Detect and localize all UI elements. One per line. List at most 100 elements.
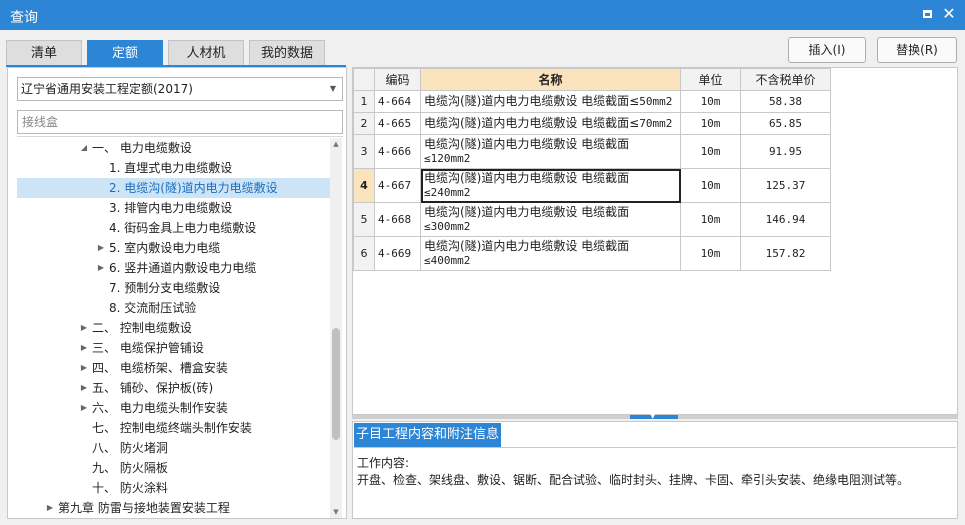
scroll-down-icon[interactable]: ▼ xyxy=(330,506,342,518)
code-cell[interactable]: 4-665 xyxy=(374,112,421,135)
divider xyxy=(17,136,343,137)
code-cell[interactable]: 4-664 xyxy=(374,90,421,113)
table-row[interactable]: 5 4-668 电缆沟(隧)道内电力电缆敷设 电缆截面 ≤300mm2 10m 146.9… xyxy=(353,202,831,237)
table-header-row: 编码 名称 单位 不含税单价 xyxy=(353,68,831,91)
unit-cell[interactable]: 10m xyxy=(680,90,741,113)
table-row[interactable]: 1 4-664 电缆沟(隧)道内电力电缆敷设 电缆截面≤50mm2 10m 58.38 xyxy=(353,90,831,113)
tree-item[interactable]: 3. 排管内电力电缆敷设 xyxy=(17,198,331,218)
code-column-header[interactable]: 编码 xyxy=(374,68,421,91)
quota-library-select[interactable]: 辽宁省通用安装工程定额(2017) ▼ xyxy=(17,77,343,101)
tree-item[interactable]: 4. 街码金具上电力电缆敷设 xyxy=(17,218,331,238)
tree-item[interactable]: ▶ 二、 控制电缆敷设 xyxy=(17,318,331,338)
name-cell[interactable]: 电缆沟(隧)道内电力电缆敷设 电缆截面≤50mm2 xyxy=(420,90,681,113)
unit-cell[interactable]: 10m xyxy=(680,134,741,169)
price-cell[interactable]: 125.37 xyxy=(740,168,831,203)
chevron-down-icon: ▼ xyxy=(650,412,656,420)
unit-cell[interactable]: 10m xyxy=(680,202,741,237)
name-column-header[interactable]: 名称 xyxy=(420,68,681,91)
code-cell[interactable]: 4-667 xyxy=(374,168,421,203)
tree-item[interactable]: 1. 直埋式电力电缆敷设 xyxy=(17,158,331,178)
tree-item-label: 1. 直埋式电力电缆敷设 xyxy=(109,161,233,175)
name-cell[interactable]: 电缆沟(隧)道内电力电缆敷设 电缆截面 ≤120mm2 xyxy=(420,134,681,169)
code-cell[interactable]: 4-669 xyxy=(374,236,421,271)
tree-item[interactable]: 7. 预制分支电缆敷设 xyxy=(17,278,331,298)
tab-quota[interactable]: 定额 xyxy=(87,40,163,66)
price-column-header[interactable]: 不含税单价 xyxy=(740,68,831,91)
tree-item[interactable]: 8. 交流耐压试验 xyxy=(17,298,331,318)
unit-cell[interactable]: 10m xyxy=(680,236,741,271)
code-cell[interactable]: 4-668 xyxy=(374,202,421,237)
scrollbar-thumb[interactable] xyxy=(332,328,340,440)
tree-item[interactable]: ◢ 一、 电力电缆敷设 xyxy=(17,138,331,158)
close-icon[interactable]: ✕ xyxy=(940,6,958,24)
tab-work-content[interactable]: 子目工程内容和附注信息 xyxy=(354,423,501,447)
tree-item[interactable]: 七、 控制电缆终端头制作安装 xyxy=(17,418,331,438)
tab-labor-material-machine[interactable]: 人材机 xyxy=(168,40,244,66)
name-cell[interactable]: 电缆沟(隧)道内电力电缆敷设 电缆截面 ≤240mm2 xyxy=(420,168,681,203)
row-number-cell[interactable]: 3 xyxy=(353,134,375,169)
triangle-right-icon[interactable]: ▶ xyxy=(96,258,106,278)
splitter-grip[interactable]: ▼ xyxy=(630,412,678,420)
price-cell[interactable]: 65.85 xyxy=(740,112,831,135)
name-text: 电缆沟(隧)道内电力电缆敷设 电缆截面 xyxy=(424,171,630,185)
tree-item-label: 十、 防火涂料 xyxy=(92,481,168,495)
tree-item[interactable]: ▶ 三、 电缆保护管铺设 xyxy=(17,338,331,358)
table-row[interactable]: 2 4-665 电缆沟(隧)道内电力电缆敷设 电缆截面≤70mm2 10m 65.85 xyxy=(353,112,831,135)
price-cell[interactable]: 58.38 xyxy=(740,90,831,113)
tree-item-label: 三、 电缆保护管铺设 xyxy=(92,341,204,355)
replace-button[interactable]: 替换(R) xyxy=(877,37,957,63)
tree-item-label: 3. 排管内电力电缆敷设 xyxy=(109,201,233,215)
triangle-down-icon[interactable]: ◢ xyxy=(79,138,89,158)
tree-item[interactable]: 2. 电缆沟(隧)道内电力电缆敷设 xyxy=(17,178,331,198)
triangle-right-icon[interactable]: ▶ xyxy=(79,338,89,358)
row-number-cell[interactable]: 4 xyxy=(353,168,375,203)
triangle-right-icon[interactable]: ▶ xyxy=(79,318,89,338)
row-number-cell[interactable]: 5 xyxy=(353,202,375,237)
tree-item[interactable]: ▶ 五、 铺砂、保护板(砖) xyxy=(17,378,331,398)
tree-scrollbar[interactable]: ▲ ▼ xyxy=(330,138,342,518)
tree-item-label: 五、 铺砂、保护板(砖) xyxy=(92,381,214,395)
price-cell[interactable]: 91.95 xyxy=(740,134,831,169)
name-text: 电缆沟(隧)道内电力电缆敷设 电缆截面≤ xyxy=(424,94,640,108)
chevron-down-icon[interactable]: ▼ xyxy=(330,78,336,100)
scroll-up-icon[interactable]: ▲ xyxy=(330,138,342,150)
insert-button[interactable]: 插入(I) xyxy=(788,37,866,63)
tree-item[interactable]: 十、 防火涂料 xyxy=(17,478,331,498)
tab-bill[interactable]: 清单 xyxy=(6,40,82,66)
tree-item[interactable]: ▶ 四、 电缆桥架、槽盒安装 xyxy=(17,358,331,378)
triangle-right-icon[interactable]: ▶ xyxy=(45,498,55,518)
table-row[interactable]: 6 4-669 电缆沟(隧)道内电力电缆敷设 电缆截面 ≤400mm2 10m 157.8… xyxy=(353,236,831,271)
row-number-cell[interactable]: 6 xyxy=(353,236,375,271)
tree-item[interactable]: ▶ 5. 室内敷设电力电缆 xyxy=(17,238,331,258)
unit-column-header[interactable]: 单位 xyxy=(680,68,741,91)
price-cell[interactable]: 157.82 xyxy=(740,236,831,271)
code-cell[interactable]: 4-666 xyxy=(374,134,421,169)
triangle-right-icon[interactable]: ▶ xyxy=(79,378,89,398)
maximize-icon[interactable] xyxy=(918,6,936,24)
row-number-cell[interactable]: 1 xyxy=(353,90,375,113)
price-cell[interactable]: 146.94 xyxy=(740,202,831,237)
unit-cell[interactable]: 10m xyxy=(680,168,741,203)
name-cell[interactable]: 电缆沟(隧)道内电力电缆敷设 电缆截面 ≤400mm2 xyxy=(420,236,681,271)
unit-cell[interactable]: 10m xyxy=(680,112,741,135)
row-number-cell[interactable]: 2 xyxy=(353,112,375,135)
quota-table: 编码 名称 单位 不含税单价 1 4-664 电缆沟(隧)道内电力电缆敷设 电缆截面… xyxy=(353,68,831,271)
tree-item[interactable]: ▶ 第九章 防雷与接地装置安装工程 xyxy=(17,498,331,518)
tree-item[interactable]: 八、 防火堵洞 xyxy=(17,438,331,458)
tree-item[interactable]: ▶ 6. 竖井通道内敷设电力电缆 xyxy=(17,258,331,278)
triangle-right-icon[interactable]: ▶ xyxy=(79,358,89,378)
name-cell[interactable]: 电缆沟(隧)道内电力电缆敷设 电缆截面≤70mm2 xyxy=(420,112,681,135)
name-size-text: ≤120mm2 xyxy=(424,152,471,165)
search-input[interactable] xyxy=(17,110,343,134)
name-cell[interactable]: 电缆沟(隧)道内电力电缆敷设 电缆截面 ≤300mm2 xyxy=(420,202,681,237)
tab-my-data[interactable]: 我的数据 xyxy=(249,40,325,66)
tree-item[interactable]: ▶ 六、 电力电缆头制作安装 xyxy=(17,398,331,418)
tree-item-label: 七、 控制电缆终端头制作安装 xyxy=(92,421,252,435)
triangle-right-icon[interactable]: ▶ xyxy=(79,398,89,418)
panel-splitter[interactable]: ▼ xyxy=(352,412,958,420)
table-row[interactable]: 4 4-667 电缆沟(隧)道内电力电缆敷设 电缆截面 ≤240mm2 10m 125.3… xyxy=(353,168,831,203)
tree-item[interactable]: 九、 防火隔板 xyxy=(17,458,331,478)
triangle-right-icon[interactable]: ▶ xyxy=(96,238,106,258)
tree-item-label: 2. 电缆沟(隧)道内电力电缆敷设 xyxy=(109,181,278,195)
table-row[interactable]: 3 4-666 电缆沟(隧)道内电力电缆敷设 电缆截面 ≤120mm2 10m 91.95 xyxy=(353,134,831,169)
